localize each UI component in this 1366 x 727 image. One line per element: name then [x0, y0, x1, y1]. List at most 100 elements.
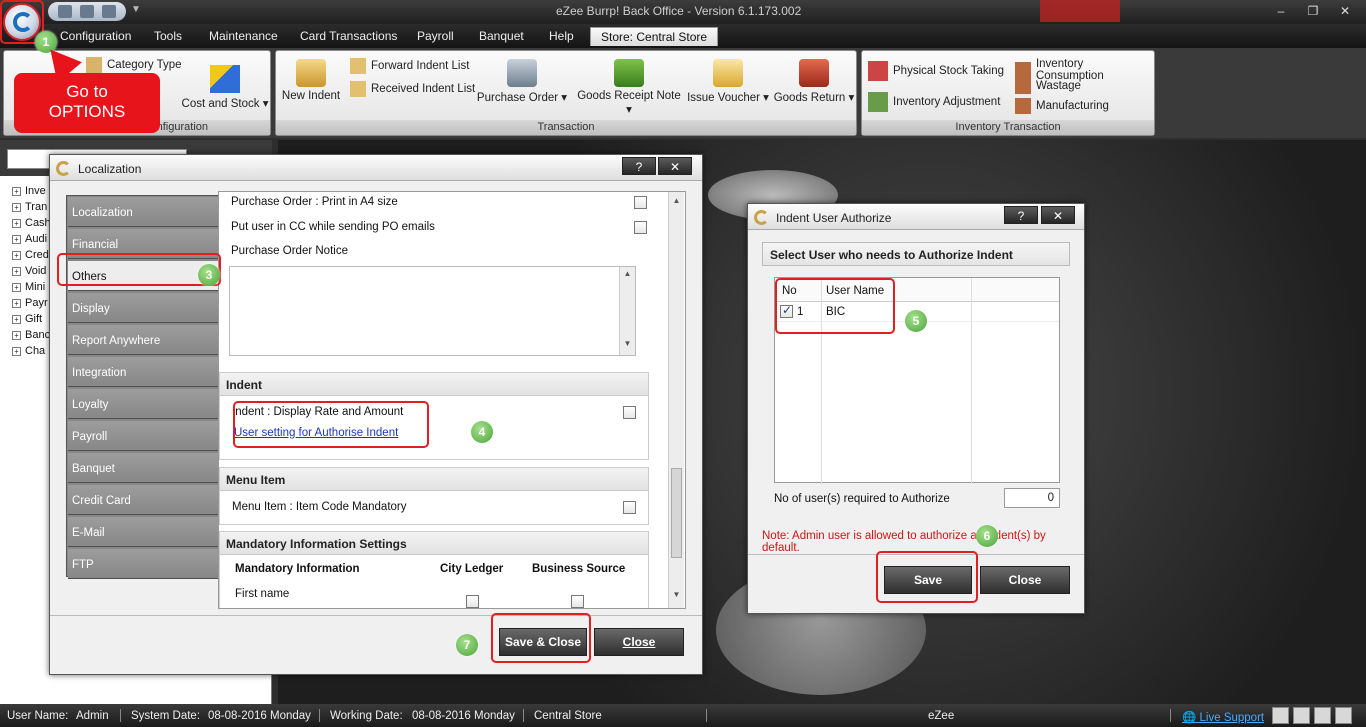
tree-item[interactable]: + Payr: [12, 295, 51, 311]
nav-item-integration[interactable]: Integration: [68, 357, 218, 387]
close-dialog-button[interactable]: ✕: [658, 157, 692, 175]
tray-icon-4[interactable]: [1335, 707, 1352, 724]
tab-configuration[interactable]: Configuration: [60, 29, 131, 43]
go-to-options-callout: Go to OPTIONS: [14, 73, 160, 133]
apps-icon[interactable]: [58, 5, 72, 18]
nav-item-ftp[interactable]: FTP: [68, 549, 218, 579]
new-indent-button[interactable]: New Indent: [280, 59, 342, 102]
wastage-button[interactable]: Wastage: [1015, 78, 1081, 94]
goods-return-button[interactable]: Goods Return ▾: [772, 59, 856, 104]
qat-dropdown-icon[interactable]: ▼: [131, 4, 141, 15]
indent-display-rate-checkbox[interactable]: [623, 406, 636, 419]
nav-item-credit-card[interactable]: Credit Card: [68, 485, 218, 515]
tray-icon-1[interactable]: [1272, 707, 1289, 724]
nav-item-e-mail[interactable]: E-Mail: [68, 517, 218, 547]
tree-item[interactable]: + Mini: [12, 279, 51, 295]
first-name-city-ledger-checkbox[interactable]: [466, 595, 479, 608]
scroll-down-icon[interactable]: ▼: [669, 590, 684, 604]
expand-icon[interactable]: +: [12, 282, 21, 292]
nav-item-loyalty[interactable]: Loyalty: [68, 389, 218, 419]
tab-maintenance[interactable]: Maintenance: [209, 29, 278, 43]
first-name-business-source-checkbox[interactable]: [571, 595, 584, 608]
cost-and-stock-button[interactable]: Cost and Stock ▾: [180, 65, 270, 110]
category-type-button[interactable]: Category Type: [86, 57, 182, 73]
scroll-up-icon[interactable]: ▲: [620, 269, 635, 283]
required-users-input[interactable]: 0: [1004, 488, 1060, 508]
po-notice-label: Purchase Order Notice: [231, 245, 348, 257]
close-dialog-button[interactable]: ✕: [1041, 206, 1075, 224]
nav-item-payroll[interactable]: Payroll: [68, 421, 218, 451]
settings-icon[interactable]: [80, 5, 94, 18]
required-users-label: No of user(s) required to Authorize: [774, 493, 950, 505]
purchase-order-button[interactable]: Purchase Order ▾: [476, 59, 568, 104]
po-notice-textarea[interactable]: ▲ ▼: [229, 266, 636, 356]
tree-item[interactable]: + Void: [12, 263, 51, 279]
expand-icon[interactable]: +: [12, 266, 21, 276]
mandatory-info-section-header: Mandatory Information Settings: [219, 531, 649, 555]
expand-icon[interactable]: +: [12, 314, 21, 324]
tree-item[interactable]: + Banc: [12, 327, 51, 343]
expand-icon[interactable]: +: [12, 234, 21, 244]
tab-store-central[interactable]: Store: Central Store: [590, 27, 719, 46]
tab-tools[interactable]: Tools: [154, 29, 182, 43]
inventory-adjustment-button[interactable]: Inventory Adjustment: [868, 92, 1000, 112]
received-indent-list-button[interactable]: Received Indent List: [350, 81, 475, 97]
expand-icon[interactable]: +: [12, 346, 21, 356]
title-bar-decoration: [1040, 0, 1120, 22]
expand-icon[interactable]: +: [12, 202, 21, 212]
highlight-indent-options: [233, 401, 429, 448]
close-button[interactable]: Close: [594, 628, 684, 656]
issue-voucher-button[interactable]: Issue Voucher ▾: [686, 59, 770, 104]
tray-icon-2[interactable]: [1293, 707, 1310, 724]
po-a4-checkbox[interactable]: [634, 196, 647, 209]
minimize-button[interactable]: –: [1266, 2, 1296, 20]
expand-icon[interactable]: +: [12, 330, 21, 340]
app-menu-orb-button[interactable]: [3, 3, 41, 41]
nav-item-localization[interactable]: Localization: [68, 197, 218, 227]
expand-icon[interactable]: +: [12, 186, 21, 196]
tree-item[interactable]: + Inve: [12, 183, 51, 199]
expand-icon[interactable]: +: [12, 218, 21, 228]
nav-item-display[interactable]: Display: [68, 293, 218, 323]
tray-icon-3[interactable]: [1314, 707, 1331, 724]
purchase-order-icon: [507, 59, 537, 87]
scroll-up-icon[interactable]: ▲: [669, 196, 684, 210]
maximize-button[interactable]: ❐: [1298, 2, 1328, 20]
scroll-down-icon[interactable]: ▼: [620, 339, 635, 353]
tree-item[interactable]: + Tran: [12, 199, 51, 215]
manufacturing-button[interactable]: Manufacturing: [1015, 98, 1109, 114]
business-source-column: Business Source: [532, 563, 626, 575]
tab-payroll[interactable]: Payroll: [417, 29, 454, 43]
physical-stock-taking-button[interactable]: Physical Stock Taking: [868, 61, 1004, 81]
live-support-link[interactable]: 🌐 Live Support: [1182, 710, 1264, 724]
tree-item[interactable]: + Audi: [12, 231, 51, 247]
tab-card-transactions[interactable]: Card Transactions: [300, 29, 397, 43]
title-bar: ▼ eZee Burrp! Back Office - Version 6.1.…: [0, 0, 1366, 24]
user-name-value: Admin: [76, 710, 109, 722]
tree-item[interactable]: + Cred: [12, 247, 51, 263]
highlight-save: [876, 551, 978, 603]
close-button[interactable]: Close: [980, 566, 1070, 594]
forward-indent-list-button[interactable]: Forward Indent List: [350, 58, 469, 74]
expand-icon[interactable]: +: [12, 298, 21, 308]
cc-po-checkbox[interactable]: [634, 221, 647, 234]
item-code-mandatory-checkbox[interactable]: [623, 501, 636, 514]
help-button[interactable]: ?: [622, 157, 656, 175]
tree-item[interactable]: + Gift: [12, 311, 51, 327]
tab-banquet[interactable]: Banquet: [479, 29, 524, 43]
scrollbar-thumb[interactable]: [671, 468, 682, 558]
goods-receipt-note-button[interactable]: Goods Receipt Note ▾: [573, 59, 685, 116]
home-icon[interactable]: [102, 5, 116, 18]
notice-scrollbar[interactable]: ▲ ▼: [619, 267, 635, 355]
help-button[interactable]: ?: [1004, 206, 1038, 224]
expand-icon[interactable]: +: [12, 250, 21, 260]
user-name-label: User Name:: [7, 710, 69, 722]
nav-item-report-anywhere[interactable]: Report Anywhere: [68, 325, 218, 355]
nav-item-banquet[interactable]: Banquet: [68, 453, 218, 483]
tree-item[interactable]: + Cha: [12, 343, 51, 359]
ribbon-group-inventory-transaction: Physical Stock Taking Inventory Adjustme…: [861, 50, 1155, 136]
tab-help[interactable]: Help: [549, 29, 574, 43]
settings-scrollbar[interactable]: ▲ ▼: [668, 192, 684, 608]
tree-item[interactable]: + Cash: [12, 215, 51, 231]
close-window-button[interactable]: ✕: [1330, 2, 1360, 20]
